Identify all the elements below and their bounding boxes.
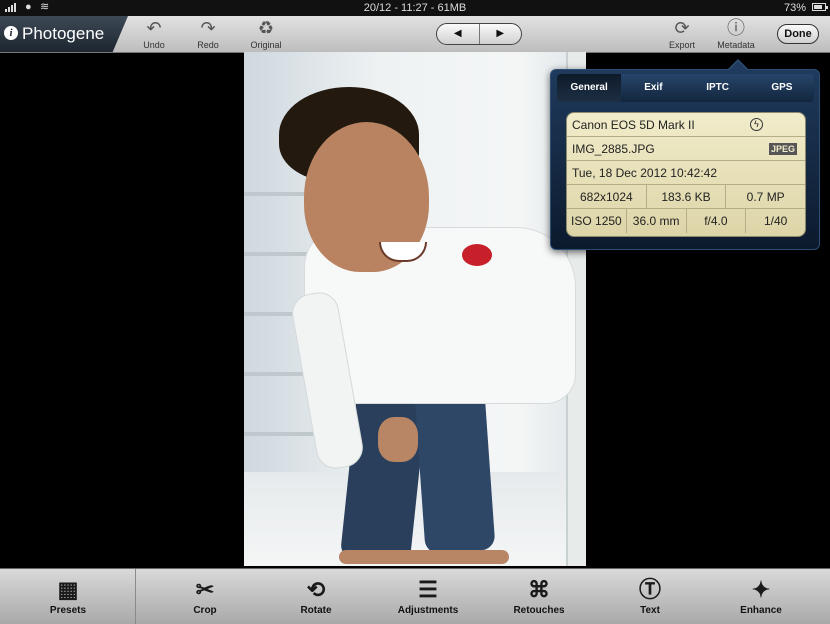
camera-row: Canon EOS 5D Mark II ϟ: [567, 113, 805, 137]
metadata-panel: Canon EOS 5D Mark II ϟ IMG_2885.JPG JPEG…: [566, 112, 806, 237]
crop-button[interactable]: ✂ Crop: [170, 569, 240, 624]
tab-iptc[interactable]: IPTC: [686, 74, 750, 102]
presets-button[interactable]: ▦ Presets: [33, 569, 103, 624]
date-row: Tue, 18 Dec 2012 10:42:42: [567, 161, 805, 185]
filename-row: IMG_2885.JPG JPEG: [567, 137, 805, 161]
shirt-logo: [462, 244, 492, 266]
redo-button[interactable]: ↷ Redo: [183, 18, 233, 52]
tab-exif[interactable]: Exif: [621, 74, 685, 102]
undo-label: Undo: [143, 40, 165, 50]
text-label: Text: [640, 605, 660, 616]
image-nav-control: ◀ ▶: [436, 23, 522, 45]
retouches-button[interactable]: ⌘ Retouches: [504, 569, 574, 624]
metadata-button[interactable]: ⓘ Metadata: [711, 18, 761, 52]
app-name: Photogene: [22, 24, 105, 43]
undo-button[interactable]: ↶ Undo: [129, 18, 179, 52]
person-feet: [339, 550, 509, 564]
undo-icon: ↶: [146, 18, 162, 38]
exposure-row: ISO 1250 36.0 mm f/4.0 1/40: [567, 209, 805, 233]
presets-label: Presets: [49, 605, 87, 616]
next-image-button[interactable]: ▶: [478, 24, 522, 44]
capture-date: Tue, 18 Dec 2012 10:42:42: [572, 166, 717, 180]
redo-icon: ↷: [200, 18, 216, 38]
file-size: 183.6 KB: [647, 185, 727, 208]
rotate-label: Rotate: [300, 605, 332, 616]
file-format-badge: JPEG: [768, 143, 797, 155]
camera-model: Canon EOS 5D Mark II: [572, 118, 695, 132]
status-time: 20/12 - 11:27 - 61MB: [363, 2, 467, 14]
status-bar: ● ≋ 20/12 - 11:27 - 61MB 73%: [0, 0, 830, 16]
shutter-speed: 1/40: [763, 214, 788, 228]
metadata-tabs: General Exif IPTC GPS: [557, 74, 814, 102]
bandage-icon: ⌘: [528, 577, 550, 602]
metadata-label: Metadata: [717, 40, 755, 50]
recycle-icon: ♻: [257, 18, 275, 38]
enhance-icon: ✦: [751, 577, 771, 602]
photo-canvas[interactable]: [244, 52, 586, 566]
top-toolbar: i Photogene ↶ Undo ↷ Redo ♻ Original ◀ ▶…: [0, 16, 830, 53]
adjustments-label: Adjustments: [397, 605, 459, 616]
redo-label: Redo: [197, 40, 219, 50]
crop-label: Crop: [193, 605, 217, 616]
presets-icon: ▦: [57, 577, 79, 602]
metadata-popover: General Exif IPTC GPS Canon EOS 5D Mark …: [550, 59, 820, 250]
done-button[interactable]: Done: [777, 24, 819, 44]
retouches-label: Retouches: [513, 605, 565, 616]
file-name: IMG_2885.JPG: [572, 142, 655, 156]
text-button[interactable]: Ⓣ Text: [615, 569, 685, 624]
tab-gps[interactable]: GPS: [750, 74, 814, 102]
app-brand[interactable]: i Photogene: [0, 16, 128, 52]
enhance-label: Enhance: [740, 605, 782, 616]
text-bubble-icon: Ⓣ: [638, 577, 661, 602]
focal-length: 36.0 mm: [627, 209, 687, 233]
scissors-icon: ✂: [195, 577, 215, 602]
megapixels: 0.7 MP: [746, 190, 785, 204]
rotate-button[interactable]: ⟲ Rotate: [281, 569, 351, 624]
sliders-icon: ☰: [418, 577, 438, 602]
enhance-button[interactable]: ✦ Enhance: [726, 569, 796, 624]
export-button[interactable]: ⟳ Export: [657, 18, 707, 52]
tab-general[interactable]: General: [557, 74, 622, 102]
flash-icon: ϟ: [750, 118, 763, 131]
info-icon[interactable]: i: [4, 26, 18, 40]
aperture: f/4.0: [687, 209, 747, 233]
metadata-icon: ⓘ: [727, 18, 745, 38]
battery-percent: 73%: [783, 2, 806, 14]
size-row: 682x1024 183.6 KB 0.7 MP: [567, 185, 805, 209]
image-dimensions: 682x1024: [567, 185, 647, 208]
bottom-toolbar: ▦ Presets ✂ Crop ⟲ Rotate ☰ Adjustments …: [0, 568, 830, 624]
toolbar-divider: [135, 569, 136, 624]
export-label: Export: [668, 40, 695, 50]
original-button[interactable]: ♻ Original: [241, 18, 291, 52]
battery-icon: [812, 3, 828, 11]
adjustments-button[interactable]: ☰ Adjustments: [388, 569, 468, 624]
person-hand: [378, 417, 418, 462]
export-icon: ⟳: [674, 18, 690, 38]
rotate-icon: ⟲: [306, 577, 326, 602]
previous-image-button[interactable]: ◀: [437, 24, 479, 44]
iso-value: ISO 1250: [567, 209, 627, 233]
original-label: Original: [250, 40, 282, 50]
